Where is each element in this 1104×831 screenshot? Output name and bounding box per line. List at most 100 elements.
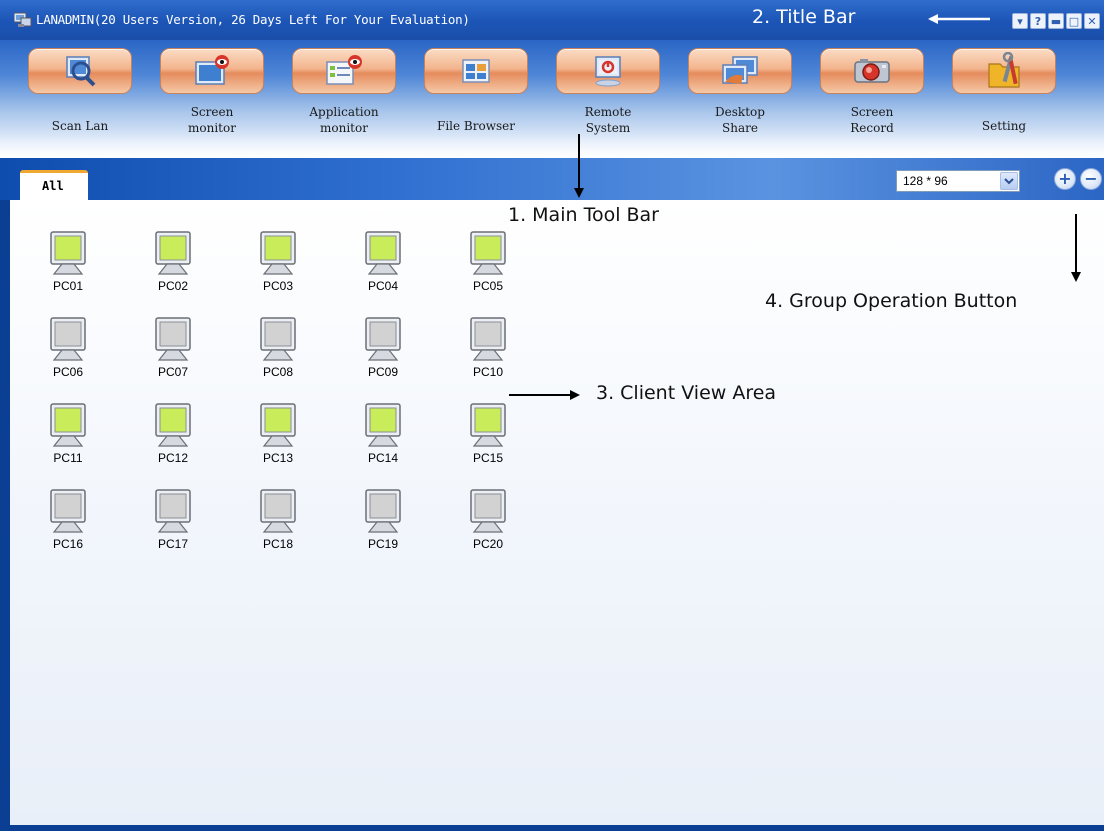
client-pc-label: PC14 (367, 451, 399, 465)
client-pc[interactable]: PC20 (458, 488, 518, 554)
client-pc[interactable]: PC19 (353, 488, 413, 554)
client-pc-label: PC04 (367, 279, 399, 293)
remote-system-icon (595, 56, 621, 87)
client-pc-label: PC19 (367, 537, 399, 551)
computer-icon (365, 317, 401, 361)
screen-monitor-label: Screen monitor (188, 105, 236, 135)
client-pc[interactable]: PC15 (458, 402, 518, 468)
remove-group-button[interactable]: − (1080, 168, 1102, 190)
client-pc-label: PC12 (157, 451, 189, 465)
computer-icon (50, 403, 86, 447)
chevron-down-icon[interactable] (1000, 172, 1018, 190)
scan-lan-icon (66, 56, 96, 87)
client-pc[interactable]: PC18 (248, 488, 308, 554)
setting-icon (988, 52, 1020, 88)
client-pc-label: PC10 (472, 365, 504, 379)
client-pc[interactable]: PC09 (353, 316, 413, 382)
client-pc[interactable]: PC12 (143, 402, 203, 468)
screen-record-label: Screen Record (850, 105, 894, 135)
client-pc[interactable]: PC02 (143, 230, 203, 296)
setting-button[interactable]: Setting (949, 48, 1059, 146)
view-size-select[interactable]: 128 * 96 (896, 170, 1020, 192)
computer-icon (260, 317, 296, 361)
client-pc[interactable]: PC05 (458, 230, 518, 296)
client-pc[interactable]: PC06 (38, 316, 98, 382)
window-controls: ▾ ? ▬ □ ✕ (1012, 13, 1100, 29)
client-pc[interactable]: PC01 (38, 230, 98, 296)
scan-lan-button[interactable]: Scan Lan (25, 48, 135, 146)
computer-icon (470, 489, 506, 533)
client-pc-label: PC18 (262, 537, 294, 551)
client-pc[interactable]: PC11 (38, 402, 98, 468)
computer-icon (365, 489, 401, 533)
lanadmin-window: LANADMIN(20 Users Version, 26 Days Left … (0, 0, 1104, 831)
title-bar-annotation: 2. Title Bar (752, 6, 856, 28)
client-pc-label: PC08 (262, 365, 294, 379)
client-pc[interactable]: PC13 (248, 402, 308, 468)
client-pc-label: PC02 (157, 279, 189, 293)
scan-lan-label: Scan Lan (51, 119, 109, 133)
title-bar: LANADMIN(20 Users Version, 26 Days Left … (0, 0, 1104, 40)
computer-icon (260, 231, 296, 275)
application-monitor-label: Application monitor (309, 105, 379, 135)
add-group-button[interactable]: + (1054, 168, 1076, 190)
tab-all[interactable]: All (20, 170, 88, 200)
computer-icon (155, 403, 191, 447)
computer-icon (50, 317, 86, 361)
computer-icon (50, 231, 86, 275)
computer-icon (155, 317, 191, 361)
computer-icon (470, 231, 506, 275)
computer-icon (155, 489, 191, 533)
client-pc[interactable]: PC10 (458, 316, 518, 382)
computer-icon (365, 403, 401, 447)
client-pc-label: PC06 (52, 365, 84, 379)
tab-strip: All 128 * 96 + − (0, 158, 1104, 200)
computer-icon (365, 231, 401, 275)
client-pc[interactable]: PC03 (248, 230, 308, 296)
setting-label: Setting (981, 119, 1027, 133)
screen-monitor-icon (195, 55, 229, 85)
client-pc-label: PC11 (53, 451, 83, 465)
client-pc-label: PC13 (262, 451, 294, 465)
group-operation-button-annotation: 4. Group Operation Button (765, 290, 1018, 312)
menu-dropdown-icon[interactable]: ▾ (1012, 13, 1028, 29)
client-pc-label: PC16 (52, 537, 84, 551)
application-monitor-button[interactable]: Application monitor (289, 48, 399, 146)
remote-system-label: Remote System (584, 105, 632, 135)
minimize-icon[interactable]: ▬ (1048, 13, 1064, 29)
remote-system-button[interactable]: Remote System (553, 48, 663, 146)
client-pc-label: PC03 (262, 279, 294, 293)
client-pc-label: PC15 (472, 451, 504, 465)
client-pc[interactable]: PC07 (143, 316, 203, 382)
file-browser-icon (462, 59, 490, 83)
client-pc-label: PC17 (157, 537, 189, 551)
maximize-icon[interactable]: □ (1066, 13, 1082, 29)
client-pc[interactable]: PC08 (248, 316, 308, 382)
client-pc[interactable]: PC04 (353, 230, 413, 296)
help-icon[interactable]: ? (1030, 13, 1046, 29)
client-pc-label: PC01 (52, 279, 84, 293)
close-icon[interactable]: ✕ (1084, 13, 1100, 29)
app-logo-icon (14, 12, 32, 27)
desktop-share-button[interactable]: Desktop Share (685, 48, 795, 146)
computer-icon (50, 489, 86, 533)
computer-icon (470, 403, 506, 447)
desktop-share-label: Desktop Share (715, 105, 765, 135)
client-pc[interactable]: PC14 (353, 402, 413, 468)
screen-record-button[interactable]: Screen Record (817, 48, 927, 146)
client-pc-label: PC05 (472, 279, 504, 293)
computer-icon (155, 231, 191, 275)
computer-icon (470, 317, 506, 361)
file-browser-button[interactable]: File Browser (421, 48, 531, 146)
file-browser-label: File Browser (437, 119, 515, 133)
application-monitor-icon (326, 55, 362, 85)
screen-monitor-button[interactable]: Screen monitor (157, 48, 267, 146)
main-toolbar: Scan Lan Screen monitor Application moni… (0, 40, 1104, 158)
client-pc[interactable]: PC17 (143, 488, 203, 554)
computer-icon (260, 489, 296, 533)
client-pc-label: PC09 (367, 365, 399, 379)
client-pc-label: PC20 (472, 537, 504, 551)
client-pc[interactable]: PC16 (38, 488, 98, 554)
client-pc-label: PC07 (157, 365, 189, 379)
view-size-value: 128 * 96 (903, 174, 948, 188)
